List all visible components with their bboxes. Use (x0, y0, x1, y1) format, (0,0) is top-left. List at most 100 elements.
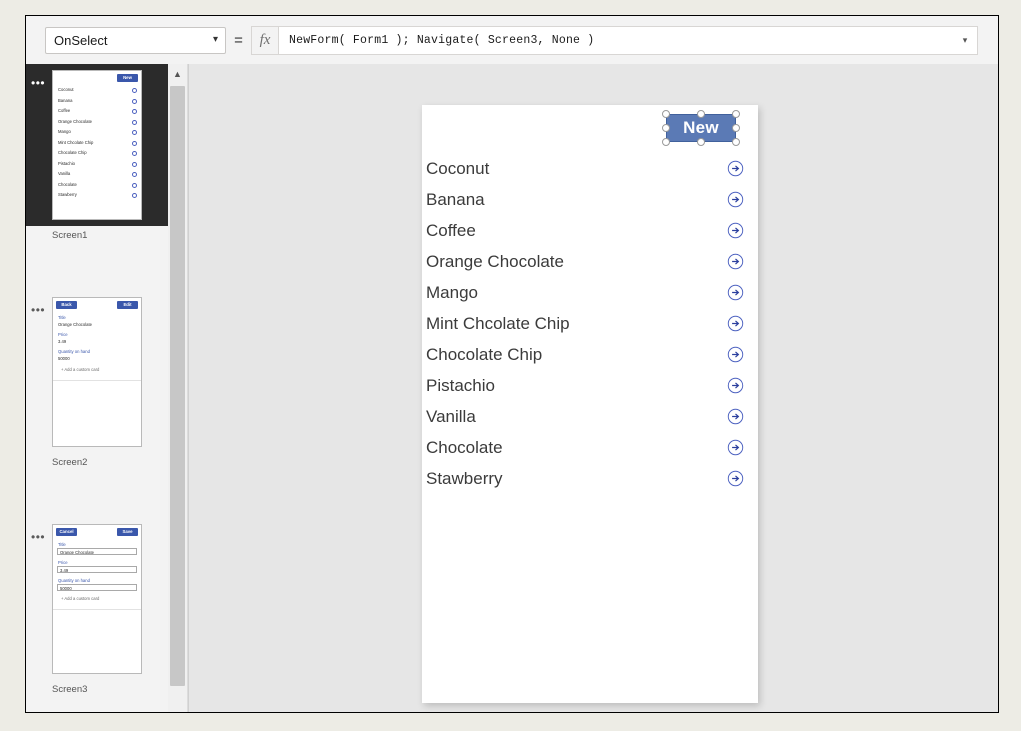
preview-topbar: Cancel Save (53, 525, 141, 539)
resize-handle-bottom-left[interactable] (662, 138, 670, 146)
arrow-circle-right-icon[interactable] (727, 284, 744, 301)
formula-input[interactable] (279, 32, 953, 48)
preview-topbar: Back Edit (53, 298, 141, 312)
arrow-circle-icon (132, 172, 137, 177)
chevron-down-icon[interactable]: ▾ (953, 35, 977, 46)
gallery-item[interactable]: Coffee (422, 215, 758, 246)
preview-field-label: Price (58, 560, 68, 565)
preview-list-item: Banana (53, 96, 141, 107)
preview-item-label: Vanilla (58, 171, 71, 176)
preview-list-item: Mint Chcolate Chip (53, 138, 141, 149)
preview-list-item: Orange Chocolate (53, 117, 141, 128)
formula-bar: OnSelect ▾ = fx ▾ (26, 16, 998, 64)
gallery-item-label: Chocolate Chip (426, 344, 543, 364)
preview-list-item: Coffee (53, 106, 141, 117)
gallery-item[interactable]: Chocolate Chip (422, 339, 758, 370)
preview-topbar: New (53, 71, 141, 85)
preview-divider (53, 380, 141, 381)
fx-icon: fx (251, 25, 279, 55)
arrow-circle-right-icon[interactable] (727, 315, 744, 332)
resize-handle-top-center[interactable] (697, 110, 705, 118)
gallery-item-label: Vanilla (426, 406, 476, 426)
preview-field-value: 3.49 (58, 339, 67, 344)
preview-divider (53, 609, 141, 610)
gallery-item[interactable]: Orange Chocolate (422, 246, 758, 277)
resize-handle-bottom-center[interactable] (697, 138, 705, 146)
screen-entry-screen3[interactable]: ••• Cancel Save Title Orange Chocolate P… (26, 518, 168, 695)
arrow-circle-right-icon[interactable] (727, 222, 744, 239)
screen-thumbnail-screen3[interactable]: ••• Cancel Save Title Orange Chocolate P… (26, 518, 168, 680)
preview-edit-button: Edit (117, 301, 138, 309)
screens-scrollbar[interactable]: ▲ (168, 64, 188, 712)
arrow-circle-right-icon[interactable] (727, 253, 744, 270)
preview-list-item: Mango (53, 127, 141, 138)
preview-item-label: Orange Chocolate (58, 118, 92, 124)
preview-field-label: Price (58, 332, 68, 337)
screen-context-menu-icon[interactable]: ••• (31, 531, 47, 544)
screen-context-menu-icon[interactable]: ••• (31, 77, 47, 90)
app-canvas[interactable]: New Coconut Banana Coffee Orange Chocola… (422, 105, 758, 703)
arrow-circle-right-icon[interactable] (727, 160, 744, 177)
gallery-item[interactable]: Mint Chcolate Chip (422, 308, 758, 339)
preview-list-item: Chocolate Chip (53, 148, 141, 159)
canvas-area: New Coconut Banana Coffee Orange Chocola… (188, 64, 998, 712)
power-apps-studio-window: OnSelect ▾ = fx ▾ ••• New (25, 15, 999, 713)
chevron-up-icon[interactable]: ▲ (168, 64, 187, 83)
gallery-item[interactable]: Coconut (422, 153, 758, 184)
gallery-item[interactable]: Banana (422, 184, 758, 215)
screen2-preview: Back Edit Title Orange Chocolate Price 3… (52, 297, 142, 447)
arrow-circle-icon (132, 88, 137, 93)
new-button-selection[interactable]: New (662, 110, 740, 146)
gallery-item[interactable]: Mango (422, 277, 758, 308)
screen-context-menu-icon[interactable]: ••• (31, 304, 47, 317)
arrow-circle-right-icon[interactable] (727, 377, 744, 394)
gallery-item-label: Orange Chocolate (426, 251, 564, 271)
property-select[interactable]: OnSelect (45, 26, 226, 54)
arrow-circle-icon (132, 193, 137, 198)
preview-item-label: Banana (58, 97, 73, 103)
preview-field-label: Title (58, 315, 66, 320)
arrow-circle-right-icon[interactable] (727, 346, 744, 363)
arrow-circle-right-icon[interactable] (727, 439, 744, 456)
arrow-circle-icon (132, 161, 137, 167)
arrow-circle-icon (132, 151, 137, 156)
arrow-circle-right-icon[interactable] (727, 191, 744, 208)
screen-entry-screen1[interactable]: ••• New Coconut Banana Coffee Orange Cho… (26, 64, 168, 241)
resize-handle-bottom-right[interactable] (732, 138, 740, 146)
arrow-circle-right-icon[interactable] (727, 408, 744, 425)
scrollbar-thumb[interactable] (170, 86, 185, 686)
gallery-item[interactable]: Chocolate (422, 432, 758, 463)
gallery-item[interactable]: Vanilla (422, 401, 758, 432)
preview-field-input: 50000 (57, 584, 137, 591)
screen-thumbnail-screen2[interactable]: ••• Back Edit Title Orange Chocolate Pri… (26, 291, 168, 453)
preview-add-card-label: + Add a custom card (61, 367, 100, 372)
preview-item-label: Coffee (58, 108, 71, 113)
screen-entry-screen2[interactable]: ••• Back Edit Title Orange Chocolate Pri… (26, 291, 168, 468)
resize-handle-top-right[interactable] (732, 110, 740, 118)
resize-handle-middle-right[interactable] (732, 124, 740, 132)
gallery[interactable]: Coconut Banana Coffee Orange Chocolate M… (422, 153, 758, 494)
gallery-item-label: Mint Chcolate Chip (426, 313, 570, 333)
screen3-preview: Cancel Save Title Orange Chocolate Price… (52, 524, 142, 674)
screens-pane: ••• New Coconut Banana Coffee Orange Cho… (26, 64, 168, 712)
gallery-item[interactable]: Pistachio (422, 370, 758, 401)
resize-handle-top-left[interactable] (662, 110, 670, 118)
preview-new-button: New (117, 74, 138, 82)
gallery-item-label: Mango (426, 282, 478, 302)
formula-input-wrapper[interactable]: ▾ (279, 25, 978, 55)
screen-label-screen1: Screen1 (52, 230, 88, 241)
resize-handle-middle-left[interactable] (662, 124, 670, 132)
preview-list-item: Coconut (53, 85, 141, 96)
arrow-circle-icon (132, 130, 137, 135)
preview-item-label: Mango (58, 129, 71, 134)
gallery-item[interactable]: Stawberry (422, 463, 758, 494)
arrow-circle-icon (132, 182, 137, 188)
gallery-item-label: Stawberry (426, 468, 503, 488)
screen-thumbnail-screen1[interactable]: ••• New Coconut Banana Coffee Orange Cho… (26, 64, 168, 226)
preview-list-item: Vanilla (53, 169, 141, 180)
preview-item-label: Pistachio (58, 160, 75, 166)
preview-item-label: Chocolate (58, 181, 77, 187)
preview-list-item: Chocolate (53, 180, 141, 191)
preview-field-value: Orange Chocolate (58, 322, 92, 327)
arrow-circle-right-icon[interactable] (727, 470, 744, 487)
